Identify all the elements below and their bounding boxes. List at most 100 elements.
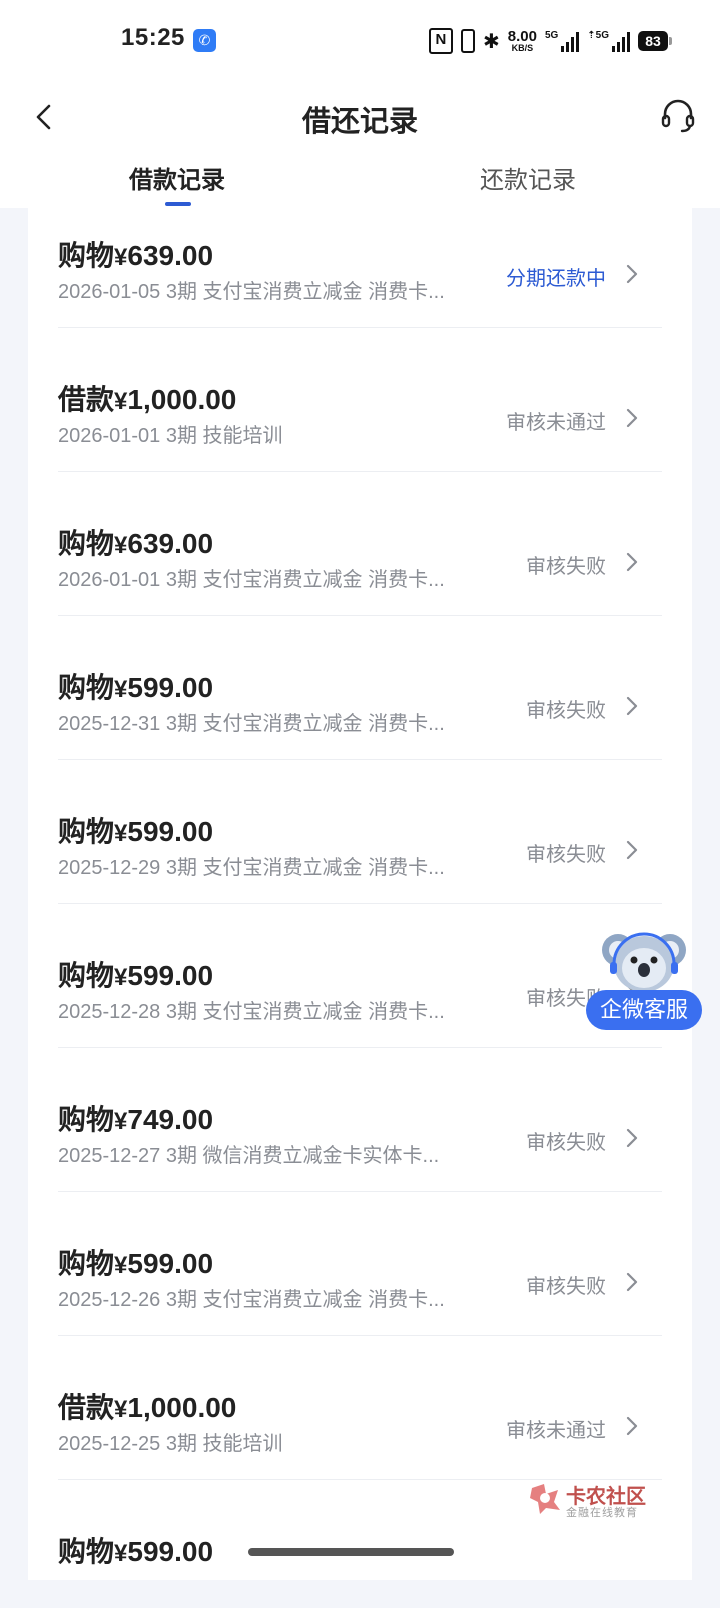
- record-currency: ¥: [114, 1396, 128, 1423]
- record-type: 借款: [58, 1392, 115, 1423]
- battery-icon: 83: [638, 31, 672, 51]
- record-currency: ¥: [114, 532, 128, 559]
- status-bar: 15:25 ✆ N ✱ 8.00 KB/S 5G ⇡5G 83: [0, 0, 720, 84]
- active-tab-indicator: [165, 202, 191, 206]
- page-header: 借还记录 借款记录 还款记录: [0, 84, 720, 208]
- record-status: 审核失败: [526, 844, 606, 866]
- record-status: 审核失败: [526, 700, 606, 722]
- record-row[interactable]: 借款¥1,000.00 2026-01-01 3期 技能培训 审核未通过: [28, 326, 692, 472]
- record-meta: 2026-01-05 3期 支付宝消费立减金 消费卡...: [58, 281, 445, 303]
- record-meta: 2025-12-29 3期 支付宝消费立减金 消费卡...: [58, 857, 445, 879]
- tab-repay-records[interactable]: 还款记录: [480, 160, 576, 195]
- record-currency: ¥: [114, 1108, 128, 1135]
- chevron-right-icon: [626, 1272, 638, 1292]
- record-meta: 2025-12-28 3期 支付宝消费立减金 消费卡...: [58, 1001, 445, 1023]
- chevron-right-icon: [626, 1416, 638, 1436]
- record-currency: ¥: [114, 244, 128, 271]
- record-status: 审核失败: [526, 556, 606, 578]
- record-amount: 购物¥639.00: [58, 234, 213, 274]
- record-value: 639.00: [127, 240, 214, 271]
- record-amount: 购物¥599.00: [58, 666, 213, 706]
- record-meta: 2026-01-01 3期 技能培训: [58, 425, 283, 447]
- record-amount: 购物¥599.00: [58, 1242, 213, 1282]
- record-amount: 借款¥1,000.00: [58, 378, 236, 418]
- network-speed-value: 8.00: [507, 28, 537, 45]
- record-list: 购物¥639.00 2026-01-05 3期 支付宝消费立减金 消费卡... 分期…: [28, 208, 692, 1580]
- chevron-right-icon: [626, 552, 638, 572]
- record-value: 639.00: [127, 528, 214, 559]
- record-row[interactable]: 购物¥599.00 2025-12-26 3期 支付宝消费立减金 消费卡... 审核…: [28, 1190, 692, 1336]
- record-currency: ¥: [114, 820, 128, 847]
- record-type: 借款: [58, 384, 115, 415]
- bottom-strip: [0, 1580, 720, 1608]
- record-amount: 购物¥599.00: [58, 954, 213, 994]
- record-value: 749.00: [127, 1104, 214, 1135]
- status-time: 15:25: [121, 24, 185, 51]
- record-status: 审核失败: [526, 1276, 606, 1298]
- record-currency: ¥: [114, 964, 128, 991]
- chevron-right-icon: [626, 408, 638, 428]
- chevron-right-icon: [626, 696, 638, 716]
- watermark-subtitle: 金融在线教育: [566, 1507, 638, 1519]
- record-status: 审核失败: [526, 1132, 606, 1154]
- record-row[interactable]: 借款¥1,000.00 2025-12-25 3期 技能培训 审核未通过: [28, 1334, 692, 1480]
- record-row[interactable]: 购物¥639.00 2026-01-01 3期 支付宝消费立减金 消费卡... 审核…: [28, 470, 692, 616]
- koala-mascot-icon: [602, 932, 686, 992]
- record-meta: 2026-01-01 3期 支付宝消费立减金 消费卡...: [58, 569, 445, 591]
- record-value: 1,000.00: [127, 1392, 237, 1423]
- record-status: 审核未通过: [506, 1420, 606, 1442]
- wecom-service-label: 企微客服: [586, 990, 702, 1030]
- record-value: 599.00: [127, 816, 214, 847]
- network-speed-unit: KB/S: [511, 43, 534, 53]
- record-type: 购物: [58, 528, 115, 559]
- tab-borrow-records[interactable]: 借款记录: [129, 160, 225, 195]
- wecom-service-button[interactable]: 企微客服: [586, 928, 702, 1032]
- record-currency: ¥: [114, 388, 128, 415]
- status-icons: N ✱ 8.00 KB/S 5G ⇡5G 83: [428, 28, 672, 54]
- headset-icon[interactable]: [660, 98, 696, 134]
- record-row[interactable]: 购物¥639.00 2026-01-05 3期 支付宝消费立减金 消费卡... 分期…: [28, 208, 692, 328]
- record-amount: 购物¥639.00: [58, 522, 213, 562]
- chevron-right-icon: [626, 1128, 638, 1148]
- watermark: 卡农社区 金融在线教育: [528, 1480, 648, 1520]
- record-meta: 2025-12-31 3期 支付宝消费立减金 消费卡...: [58, 713, 445, 735]
- record-status: 分期还款中: [506, 268, 606, 290]
- record-row[interactable]: 购物¥599.00 2025-12-29 3期 支付宝消费立减金 消费卡... 审核…: [28, 758, 692, 904]
- chevron-right-icon: [626, 840, 638, 860]
- record-value: 599.00: [127, 960, 214, 991]
- record-amount: 购物¥599.00: [58, 1530, 213, 1570]
- record-amount: 借款¥1,000.00: [58, 1386, 236, 1426]
- record-type: 购物: [58, 960, 115, 991]
- kanong-logo-icon: [530, 1484, 560, 1514]
- record-type: 购物: [58, 1536, 115, 1567]
- home-indicator[interactable]: [248, 1548, 454, 1556]
- page-title: 借还记录: [301, 106, 418, 138]
- record-meta: 2025-12-26 3期 支付宝消费立减金 消费卡...: [58, 1289, 445, 1311]
- record-meta: 2025-12-27 3期 微信消费立减金卡实体卡...: [58, 1145, 440, 1167]
- nfc-icon: N: [428, 28, 453, 54]
- network-speed: 8.00 KB/S: [508, 29, 537, 53]
- chevron-right-icon: [626, 264, 638, 284]
- signal-icon-sim2: ⇡5G: [587, 30, 630, 52]
- record-currency: ¥: [114, 676, 128, 703]
- signal-label-sim2: ⇡5G: [587, 30, 609, 41]
- record-value: 1,000.00: [127, 384, 237, 415]
- record-row[interactable]: 购物¥749.00 2025-12-27 3期 微信消费立减金卡实体卡... 审核失…: [28, 1046, 692, 1192]
- record-currency: ¥: [114, 1540, 128, 1567]
- record-amount: 购物¥599.00: [58, 810, 213, 850]
- record-value: 599.00: [127, 1248, 214, 1279]
- record-value: 599.00: [127, 672, 214, 703]
- record-type: 购物: [58, 1248, 115, 1279]
- record-currency: ¥: [114, 1252, 128, 1279]
- call-icon: ✆: [193, 29, 216, 52]
- record-tabs: 借款记录 还款记录: [0, 156, 720, 208]
- record-status: 审核未通过: [506, 412, 606, 434]
- record-type: 购物: [58, 1104, 115, 1135]
- signal-icon-sim1: 5G: [544, 30, 580, 52]
- record-amount: 购物¥749.00: [58, 1098, 213, 1138]
- record-row[interactable]: 购物¥599.00 2025-12-31 3期 支付宝消费立减金 消费卡... 审核…: [28, 614, 692, 760]
- vibrate-icon: [460, 29, 475, 53]
- signal-label-sim1: 5G: [544, 30, 559, 41]
- record-type: 购物: [58, 672, 115, 703]
- bluetooth-icon: ✱: [482, 30, 500, 53]
